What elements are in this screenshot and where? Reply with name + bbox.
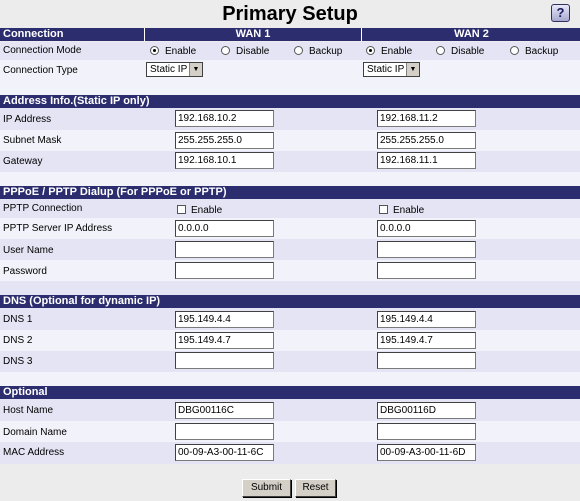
domain-name-row: Domain Name (0, 421, 580, 442)
wan1-pptp-enable-checkbox[interactable] (177, 205, 186, 214)
section-title-dns: DNS (Optional for dynamic IP) (3, 295, 161, 307)
wan1-connection-type-select[interactable]: Static IP ▼ (146, 62, 203, 77)
wan1-ip-address-input[interactable]: 192.168.10.2 (175, 110, 274, 127)
radio-label: Backup (309, 46, 343, 57)
dns3-label: DNS 3 (3, 356, 33, 367)
section-title-connection: Connection (3, 28, 64, 40)
wan2-connection-type-value: Static IP (367, 64, 405, 75)
wan2-password-input[interactable] (377, 262, 476, 279)
host-name-row: Host Name DBG00116C DBG00116D (0, 399, 580, 421)
wan1-password-input[interactable] (175, 262, 274, 279)
subnet-mask-row: Subnet Mask 255.255.255.0 255.255.255.0 (0, 130, 580, 151)
subnet-mask-label: Subnet Mask (3, 135, 62, 146)
pptp-connection-row: PPTP Connection Enable Enable (0, 199, 580, 218)
wan2-dns1-input[interactable]: 195.149.4.4 (377, 311, 476, 328)
password-label: Password (3, 266, 47, 277)
wan1-dns3-input[interactable] (175, 352, 274, 369)
wan2-dns3-input[interactable] (377, 352, 476, 369)
spacer-row (0, 172, 580, 186)
wan2-user-name-input[interactable] (377, 241, 476, 258)
checkbox-label: Enable (191, 205, 223, 216)
wan2-mode-backup-radio[interactable] (510, 46, 519, 55)
checkbox-label: Enable (393, 205, 425, 216)
section-title-address: Address Info.(Static IP only) (3, 95, 150, 107)
wan1-mode-enable-radio[interactable] (150, 46, 159, 55)
wan1-column-header: WAN 1 (235, 28, 271, 40)
wan1-mode-backup-radio[interactable] (294, 46, 303, 55)
radio-label: Backup (525, 46, 559, 57)
wan2-gateway-input[interactable]: 192.168.11.1 (377, 152, 476, 169)
wan1-mac-address-input[interactable]: 00-09-A3-00-11-6C (175, 444, 274, 461)
section-title-optional: Optional (3, 386, 48, 398)
spacer-row (0, 80, 580, 95)
wan1-pptp-server-input[interactable]: 0.0.0.0 (175, 220, 274, 237)
gateway-row: Gateway 192.168.10.1 192.168.11.1 (0, 151, 580, 172)
pptp-server-label: PPTP Server IP Address (3, 223, 113, 234)
radio-label: Enable (165, 46, 197, 57)
wan2-pptp-enable-checkbox[interactable] (379, 205, 388, 214)
spacer-row (0, 281, 580, 295)
header-divider (361, 28, 362, 41)
wan1-dns1-input[interactable]: 195.149.4.4 (175, 311, 274, 328)
wan2-subnet-mask-input[interactable]: 255.255.255.0 (377, 132, 476, 149)
mac-address-label: MAC Address (3, 447, 65, 458)
wan1-user-name-input[interactable] (175, 241, 274, 258)
ip-address-row: IP Address 192.168.10.2 192.168.11.2 (0, 108, 580, 130)
connection-header: Connection WAN 1 WAN 2 (0, 28, 580, 41)
ip-address-label: IP Address (3, 114, 52, 125)
wan2-mode-enable-radio[interactable] (366, 46, 375, 55)
pptp-connection-label: PPTP Connection (3, 203, 83, 214)
wan2-mac-address-input[interactable]: 00-09-A3-00-11-6D (377, 444, 476, 461)
dns-header: DNS (Optional for dynamic IP) (0, 295, 580, 308)
radio-label: Disable (451, 46, 485, 57)
dns1-label: DNS 1 (3, 314, 33, 325)
wan1-domain-name-input[interactable] (175, 423, 274, 440)
chevron-down-icon: ▼ (189, 63, 202, 76)
host-name-label: Host Name (3, 405, 54, 416)
connection-mode-label: Connection Mode (3, 45, 82, 56)
connection-type-row: Connection Type Static IP ▼ Static IP ▼ (0, 60, 580, 80)
gateway-label: Gateway (3, 156, 43, 167)
page-title: Primary Setup (222, 3, 358, 25)
wan1-connection-type-value: Static IP (150, 64, 188, 75)
user-name-row: User Name (0, 239, 580, 260)
dns3-row: DNS 3 (0, 351, 580, 372)
radio-label: Disable (236, 46, 270, 57)
mac-address-row: MAC Address 00-09-A3-00-11-6C 00-09-A3-0… (0, 442, 580, 464)
wan2-mode-disable-radio[interactable] (436, 46, 445, 55)
wan1-subnet-mask-input[interactable]: 255.255.255.0 (175, 132, 274, 149)
spacer-row (0, 372, 580, 386)
dns2-label: DNS 2 (3, 335, 33, 346)
wan2-host-name-input[interactable]: DBG00116D (377, 402, 476, 419)
wan2-domain-name-input[interactable] (377, 423, 476, 440)
password-row: Password (0, 260, 580, 281)
reset-button[interactable]: Reset (295, 479, 336, 497)
connection-type-label: Connection Type (3, 65, 78, 76)
help-icon[interactable]: ? (551, 4, 570, 22)
user-name-label: User Name (3, 245, 54, 256)
wan1-host-name-input[interactable]: DBG00116C (175, 402, 274, 419)
pptp-server-row: PPTP Server IP Address 0.0.0.0 0.0.0.0 (0, 218, 580, 239)
wan2-connection-type-select[interactable]: Static IP ▼ (363, 62, 420, 77)
domain-name-label: Domain Name (3, 427, 67, 438)
connection-mode-row: Connection Mode Enable Disable Backup En… (0, 42, 580, 60)
optional-header: Optional (0, 386, 580, 399)
wan1-mode-disable-radio[interactable] (221, 46, 230, 55)
address-info-header: Address Info.(Static IP only) (0, 95, 580, 108)
wan1-gateway-input[interactable]: 192.168.10.1 (175, 152, 274, 169)
wan1-dns2-input[interactable]: 195.149.4.7 (175, 332, 274, 349)
wan2-pptp-server-input[interactable]: 0.0.0.0 (377, 220, 476, 237)
pppoe-header: PPPoE / PPTP Dialup (For PPPoE or PPTP) (0, 186, 580, 199)
wan2-ip-address-input[interactable]: 192.168.11.2 (377, 110, 476, 127)
wan2-column-header: WAN 2 (454, 28, 489, 40)
section-title-pppoe: PPPoE / PPTP Dialup (For PPPoE or PPTP) (3, 186, 227, 198)
wan2-dns2-input[interactable]: 195.149.4.7 (377, 332, 476, 349)
submit-button[interactable]: Submit (242, 479, 291, 497)
dns2-row: DNS 2 195.149.4.7 195.149.4.7 (0, 330, 580, 351)
radio-label: Enable (381, 46, 413, 57)
chevron-down-icon: ▼ (406, 63, 419, 76)
dns1-row: DNS 1 195.149.4.4 195.149.4.4 (0, 308, 580, 330)
